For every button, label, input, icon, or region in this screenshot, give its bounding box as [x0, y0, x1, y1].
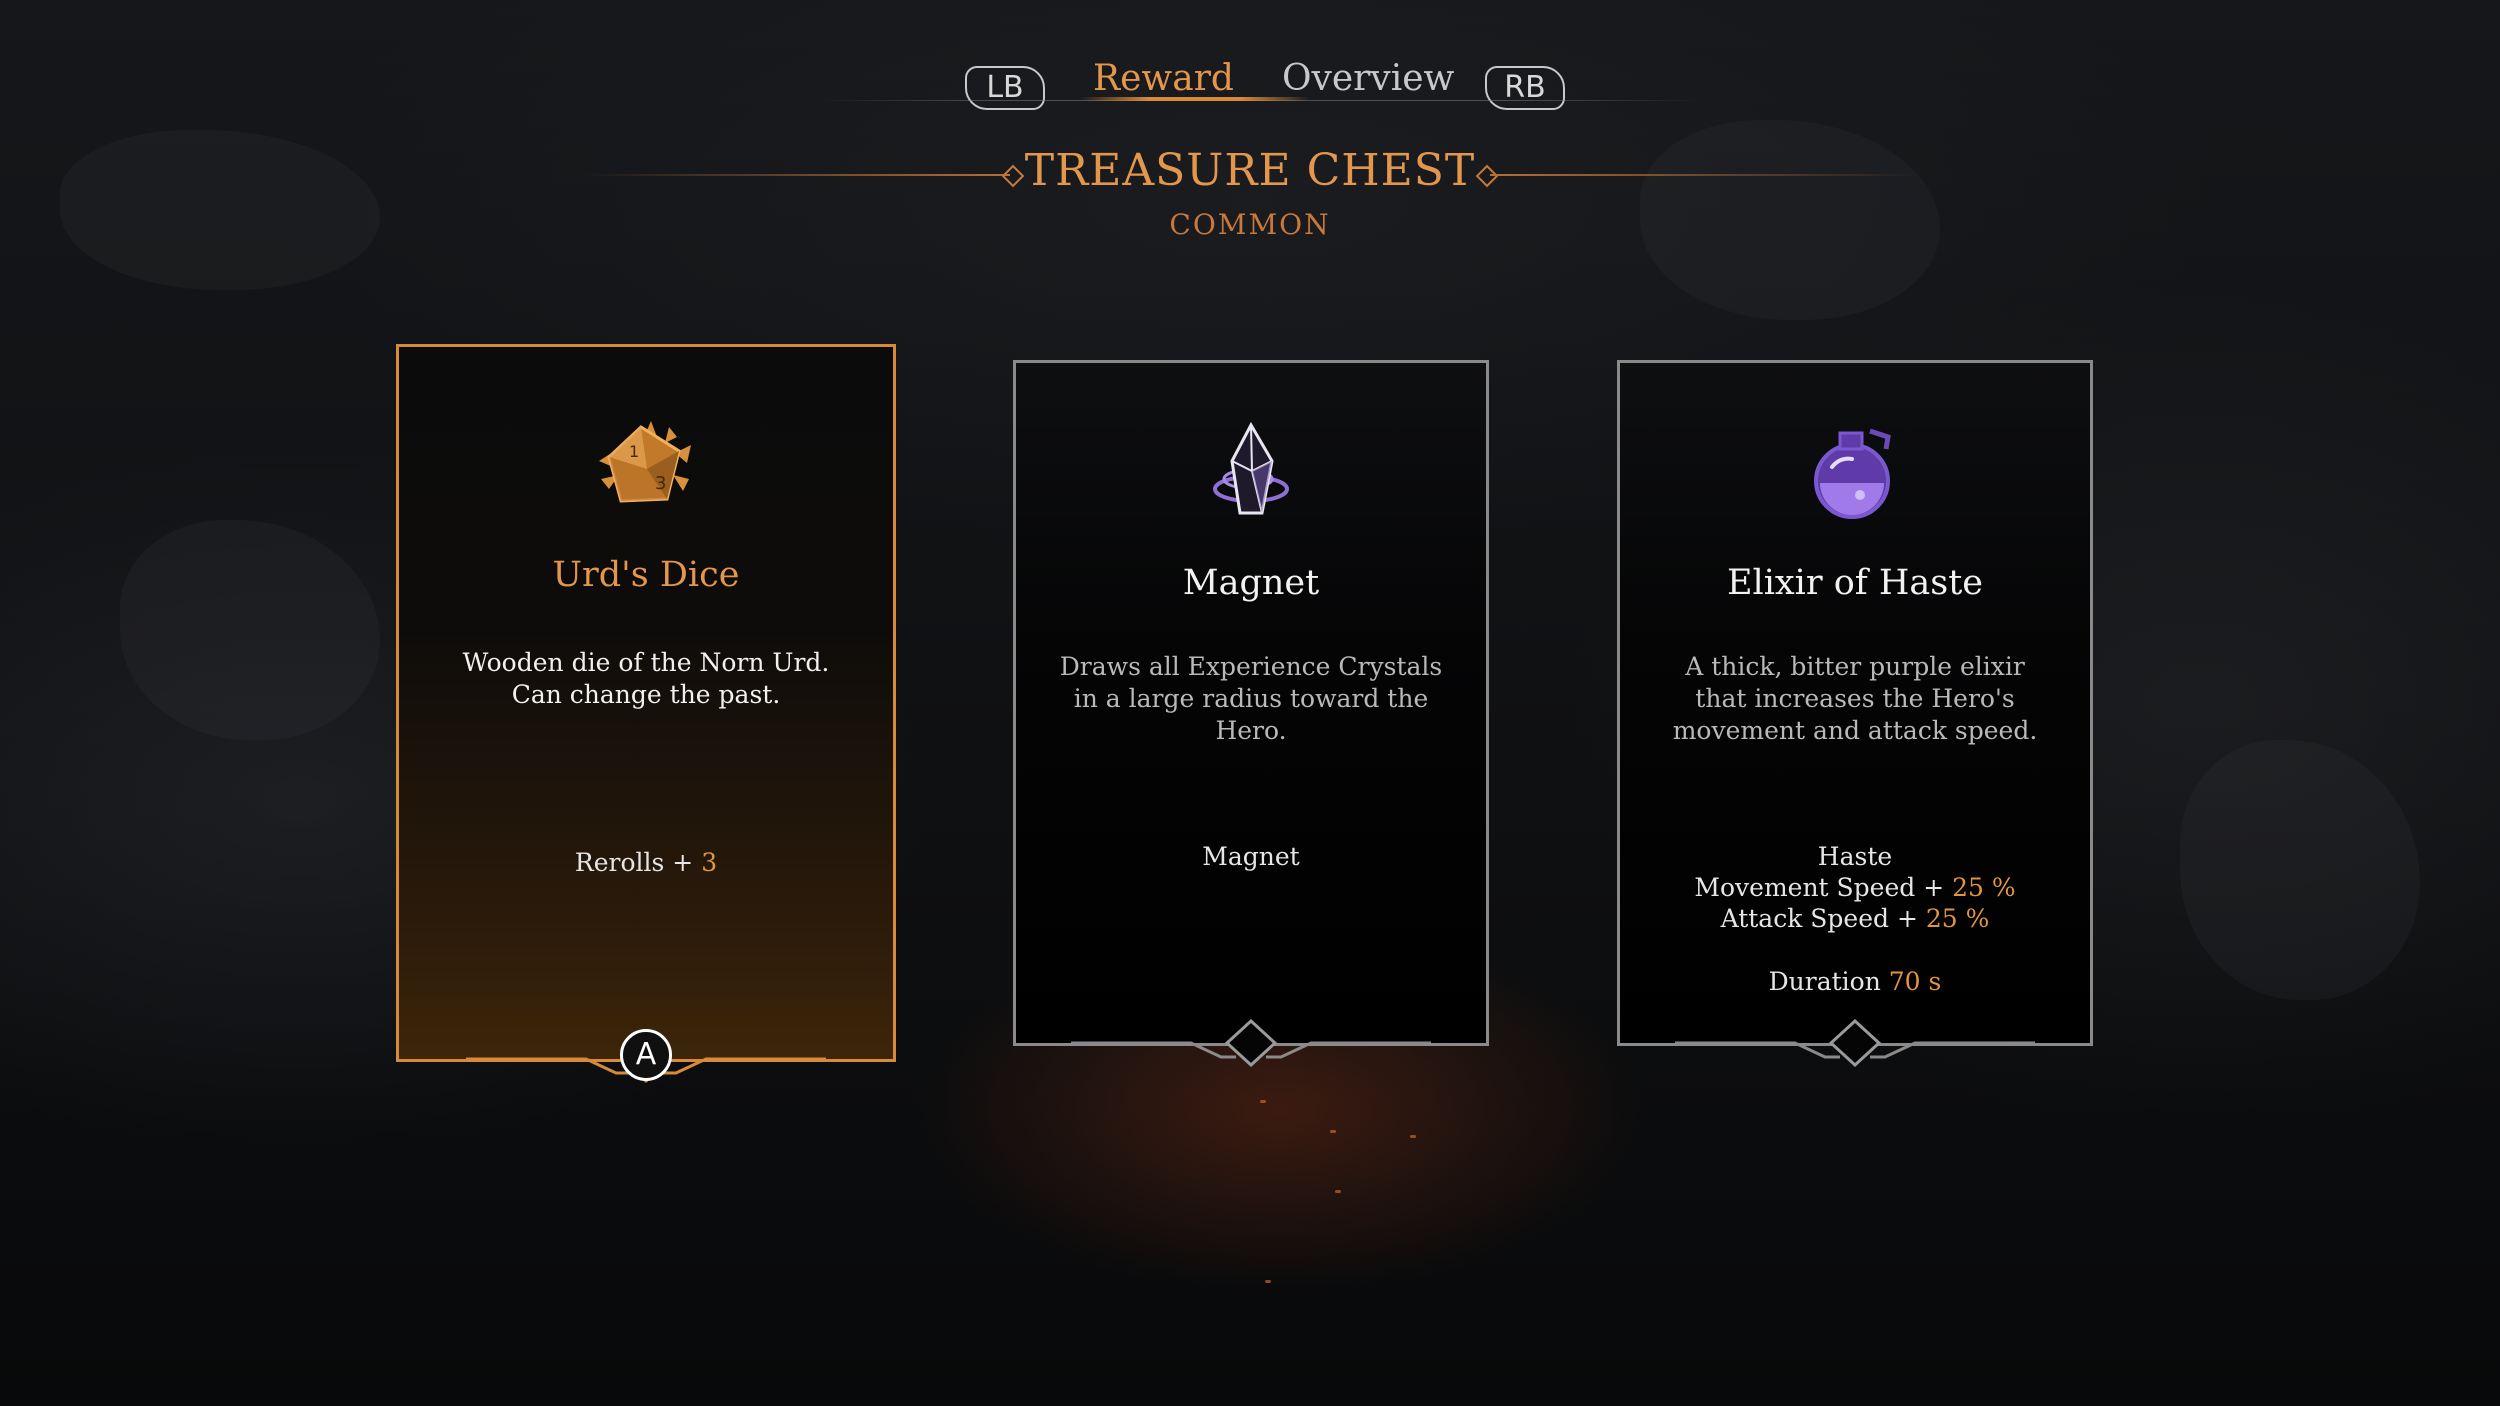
- tab-reward[interactable]: Reward: [1093, 58, 1234, 99]
- stat-label: Attack Speed +: [1720, 904, 1926, 933]
- stat-value: 25 %: [1952, 873, 2016, 902]
- card-description: Draws all Experience Crystals in a large…: [1059, 652, 1443, 745]
- stat-rerolls: Rerolls + 3: [399, 847, 893, 878]
- reward-card-elixir-of-haste[interactable]: Elixir of Haste A thick, bitter purple e…: [1617, 360, 2093, 1067]
- card-description: A thick, bitter purple elixir that incre…: [1672, 652, 2038, 745]
- lb-button[interactable]: LB: [965, 66, 1045, 110]
- stat-label: Haste: [1817, 842, 1893, 871]
- tab-active-indicator: [1080, 97, 1310, 101]
- stat-label: Magnet: [1202, 842, 1300, 871]
- ember-particle: [1260, 1100, 1266, 1103]
- title-ornament-right: [1490, 174, 1920, 176]
- potion-icon: [1814, 428, 1891, 519]
- stat-value: 3: [701, 848, 718, 877]
- page-title: TREASURE CHEST: [1024, 145, 1476, 196]
- background-rock: [2180, 740, 2420, 1000]
- stat-haste: Haste: [1620, 841, 2090, 872]
- rb-button[interactable]: RB: [1485, 66, 1565, 110]
- card-title: Magnet: [1182, 563, 1320, 603]
- card-bottom-ornament: [1071, 1019, 1431, 1067]
- stat-movement-speed: Movement Speed + 25 %: [1620, 872, 2090, 903]
- stat-attack-speed: Attack Speed + 25 %: [1620, 903, 2090, 934]
- rarity-label: COMMON: [1169, 208, 1331, 241]
- stat-label: Movement Speed +: [1694, 873, 1953, 902]
- stat-value: 25 %: [1925, 904, 1990, 933]
- stat-label: Rerolls +: [574, 848, 702, 877]
- stat-magnet: Magnet: [1016, 841, 1486, 872]
- ember-particle: [1335, 1190, 1341, 1193]
- confirm-a-button[interactable]: A: [620, 1029, 672, 1081]
- crystal-icon: [1213, 421, 1289, 515]
- svg-text:3: 3: [655, 473, 666, 494]
- svg-text:1: 1: [629, 442, 639, 461]
- reward-card-urds-dice[interactable]: 1 3 Urd's Dice Wooden die of the Norn Ur…: [396, 344, 896, 1083]
- ember-particle: [1410, 1135, 1416, 1138]
- stat-value: 70 s: [1888, 967, 1942, 996]
- tab-overview[interactable]: Overview: [1282, 58, 1454, 99]
- ember-particle: [1330, 1130, 1336, 1133]
- card-title: Elixir of Haste: [1726, 563, 1983, 603]
- stat-label: Duration: [1768, 967, 1889, 996]
- card-description: Wooden die of the Norn Urd. Can change t…: [462, 648, 830, 709]
- dice-icon: 1 3: [599, 421, 691, 503]
- card-title: Urd's Dice: [552, 555, 740, 595]
- card-bottom-ornament: [1675, 1019, 2035, 1067]
- ember-particle: [1265, 1280, 1271, 1283]
- reward-card-magnet[interactable]: Magnet Draws all Experience Crystals in …: [1013, 360, 1489, 1067]
- background-rock: [120, 520, 380, 740]
- stat-duration: Duration 70 s: [1620, 966, 2090, 997]
